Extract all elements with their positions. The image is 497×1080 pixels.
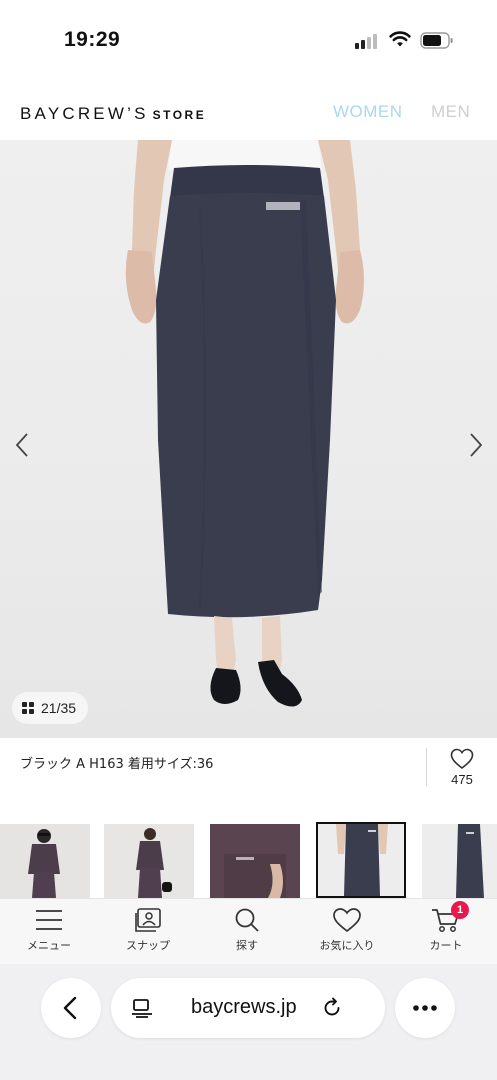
logo-main-text: BAYCREW’S [20, 104, 149, 123]
status-time: 19:29 [64, 28, 121, 51]
product-image-gallery[interactable]: 21/35 [0, 140, 497, 738]
store-logo[interactable]: BAYCREW’S STORE [20, 104, 206, 124]
heart-outline-icon [333, 908, 361, 933]
bottom-tab-bar: メニュー スナップ 探す お気に入り 1 カート [0, 898, 497, 964]
url-text: baycrews.jp [191, 996, 297, 1018]
battery-icon [420, 32, 453, 49]
page-icon [132, 999, 152, 1018]
tab-cart[interactable]: 1 カート [406, 901, 486, 963]
tab-search-label: 探す [236, 939, 258, 952]
site-header: BAYCREW’S STORE WOMEN MEN [0, 80, 497, 140]
reload-icon[interactable] [321, 997, 343, 1019]
thumbnail[interactable] [210, 824, 300, 898]
tab-snap[interactable]: スナップ [108, 905, 188, 963]
search-icon [235, 908, 259, 932]
hamburger-menu-icon [36, 910, 62, 930]
thumbnail[interactable] [104, 824, 194, 898]
snap-photo-icon [135, 908, 161, 932]
nav-men-tab[interactable]: MEN [431, 102, 470, 122]
tab-favorites-label: お気に入り [319, 939, 375, 952]
heart-outline-icon[interactable] [450, 748, 474, 770]
address-bar[interactable]: baycrews.jp [111, 978, 385, 1038]
image-caption: ブラック A H163 着用サイズ:36 [20, 757, 214, 772]
nav-women-tab[interactable]: WOMEN [333, 102, 403, 122]
thumbnail-image [28, 829, 60, 898]
thumbnail-image [210, 824, 300, 898]
divider [426, 748, 427, 786]
thumbnail[interactable] [422, 824, 497, 898]
tab-snap-label: スナップ [126, 939, 170, 952]
tab-menu[interactable]: メニュー [9, 905, 89, 963]
tab-search[interactable]: 探す [207, 905, 287, 963]
wifi-icon [389, 31, 411, 47]
browser-toolbar: baycrews.jp [0, 964, 497, 1080]
status-bar: 19:29 [0, 0, 497, 80]
back-chevron-icon [63, 996, 77, 1020]
thumbnail-active[interactable] [316, 822, 406, 898]
product-photo [125, 140, 364, 707]
signal-icon [355, 33, 381, 49]
thumbnail-image [318, 824, 404, 896]
thumbnail-image [422, 824, 497, 898]
tab-cart-label: カート [429, 939, 463, 952]
tab-favorites[interactable]: お気に入り [307, 905, 387, 963]
chevron-left-icon[interactable] [10, 430, 34, 460]
caption-row: ブラック A H163 着用サイズ:36 475 [0, 738, 497, 800]
favorite-count: 475 [451, 772, 473, 787]
logo-sub-text: STORE [152, 108, 207, 122]
back-button[interactable] [41, 978, 101, 1038]
thumbnail-strip[interactable] [0, 822, 497, 898]
thumbnail[interactable] [0, 824, 90, 898]
cart-badge: 1 [451, 901, 469, 919]
thumbnail-image [136, 828, 172, 898]
image-counter-text: 21/35 [41, 700, 77, 716]
more-button[interactable] [395, 978, 455, 1038]
tab-menu-label: メニュー [27, 939, 71, 952]
image-counter[interactable]: 21/35 [12, 692, 89, 724]
chevron-right-icon[interactable] [464, 430, 488, 460]
grid-icon [22, 702, 34, 714]
more-dots-icon [413, 1005, 437, 1011]
